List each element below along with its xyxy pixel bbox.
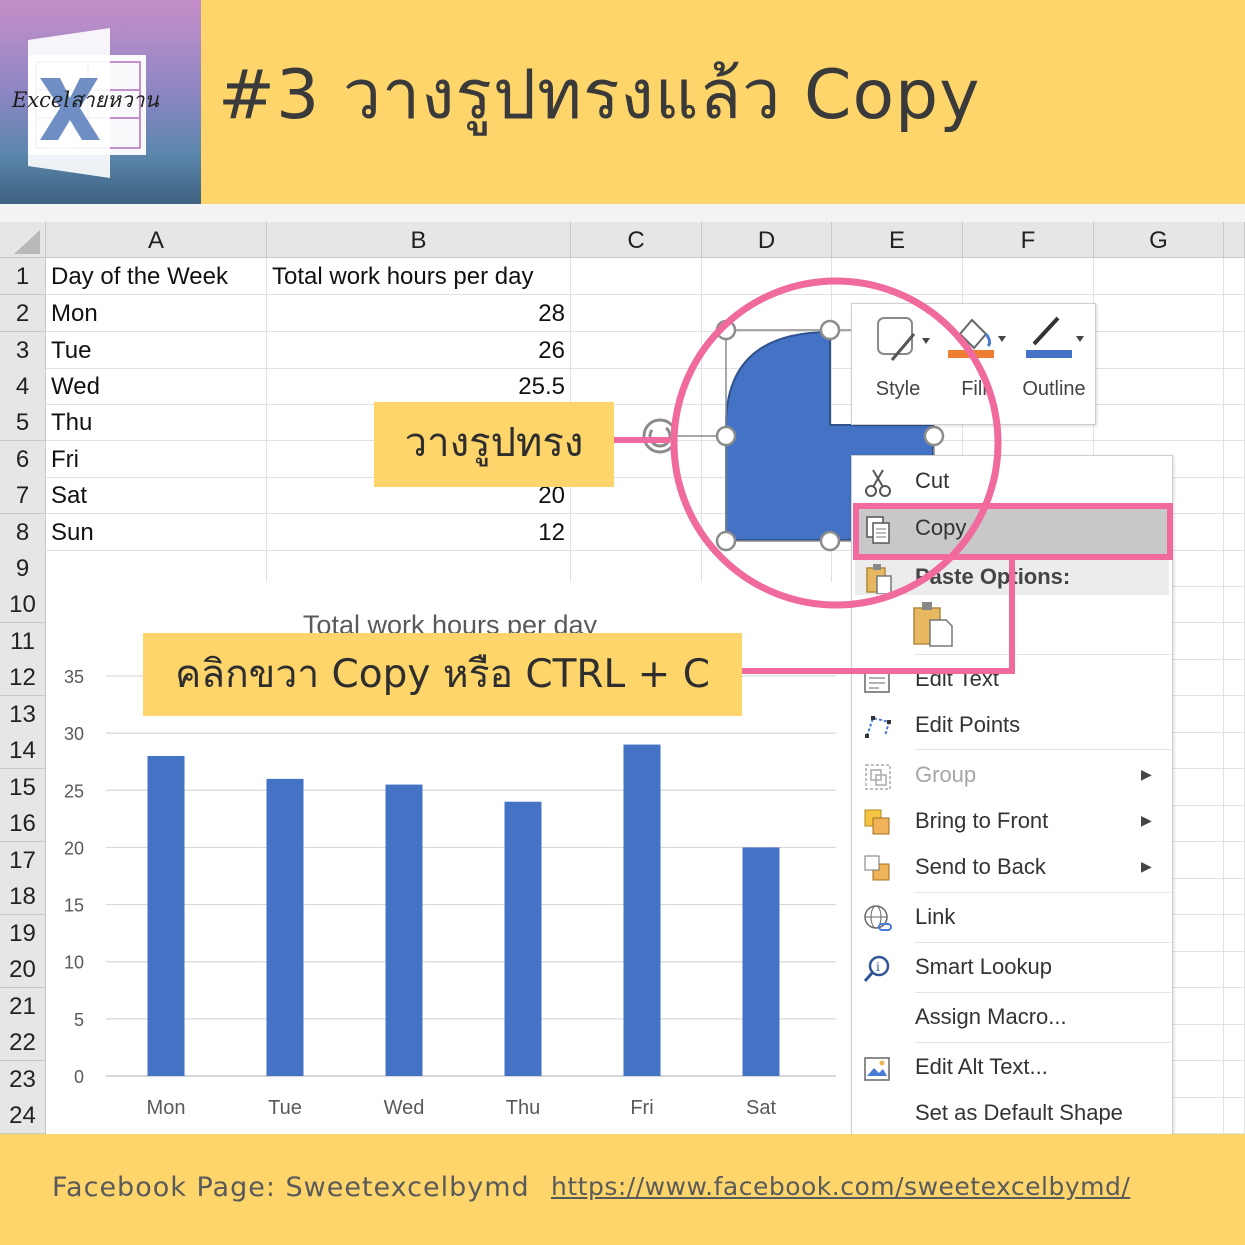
- footer-label: Facebook Page: Sweetexcelbymd: [52, 1172, 530, 1203]
- copy-callout-connector: [742, 557, 1015, 674]
- infographic: Excelสายหวาน #3 วางรูปทรงแล้ว Copy A B C…: [0, 0, 1245, 1245]
- highlight-overlay: [670, 277, 1173, 674]
- copy-highlight-box: [853, 503, 1173, 560]
- footer: Facebook Page: Sweetexcelbymd https://ww…: [0, 1134, 1245, 1245]
- facebook-link[interactable]: https://www.facebook.com/sweetexcelbymd/: [551, 1172, 1130, 1201]
